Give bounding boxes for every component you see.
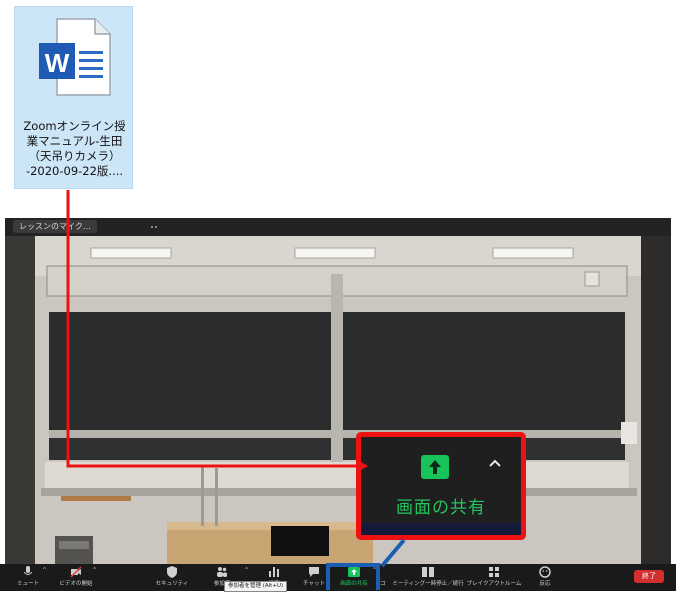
share-screen-enlarged-button[interactable]: [421, 455, 449, 479]
start-video-label: ビデオの開始: [59, 581, 93, 587]
video-caret-icon[interactable]: ^: [92, 567, 97, 574]
titlebar-dots-icon: [151, 226, 157, 228]
window-title: レッスンのマイク…: [13, 220, 97, 233]
callout-label: 画面の共有: [396, 498, 486, 518]
share-button-highlight: [326, 563, 380, 590]
pause-meeting-label: ミーティング一時停止／続行: [392, 581, 464, 587]
pause-meeting-button[interactable]: ミーティング一時停止／続行: [392, 564, 464, 591]
security-label: セキュリティ: [155, 581, 189, 587]
mute-caret-icon[interactable]: ^: [42, 567, 47, 574]
chat-icon: [309, 567, 319, 577]
chat-label: チャット: [303, 581, 325, 587]
participants-caret-icon[interactable]: ^: [244, 567, 249, 574]
microphone-icon: [23, 566, 33, 575]
end-meeting-button[interactable]: 終了: [634, 570, 664, 583]
classroom-video-feed: [5, 236, 671, 571]
up-arrow-icon: [429, 460, 441, 474]
breakout-rooms-button[interactable]: ブレイクアウトルーム: [467, 564, 521, 591]
mute-button[interactable]: ミュート: [10, 564, 46, 591]
reactions-button[interactable]: 反応: [530, 564, 560, 591]
file-name-label: Zoomオンライン授 業マニュアル-生田 （天吊りカメラ） -2020-09-2…: [23, 119, 126, 178]
breakout-rooms-label: ブレイクアウトルーム: [466, 581, 522, 587]
mute-label: ミュート: [16, 581, 40, 587]
record-label: コ: [380, 581, 386, 587]
shield-icon: [167, 566, 177, 578]
reactions-label: 反応: [539, 581, 551, 587]
desktop-file-icon[interactable]: W Zoomオンライン授 業マニュアル-生田 （天吊りカメラ） -2020-09…: [14, 6, 133, 189]
poll-icon: [269, 567, 279, 577]
word-app-letter: W: [44, 48, 70, 78]
breakout-rooms-icon: [489, 567, 499, 577]
participants-icon: [217, 567, 227, 577]
zoom-meeting-window: レッスンのマイク…: [5, 218, 671, 591]
share-screen-callout: 画面の共有: [356, 432, 526, 540]
video-off-icon: [70, 566, 82, 578]
callout-bottom-strip: [361, 523, 521, 535]
chevron-up-icon[interactable]: [487, 455, 503, 471]
zoom-titlebar: レッスンのマイク…: [5, 218, 671, 236]
pause-icon: [422, 567, 434, 577]
reactions-icon: [539, 566, 551, 578]
participants-tooltip: 参加者を管理 (Alt+U): [224, 581, 288, 592]
security-button[interactable]: セキュリティ: [150, 564, 194, 591]
